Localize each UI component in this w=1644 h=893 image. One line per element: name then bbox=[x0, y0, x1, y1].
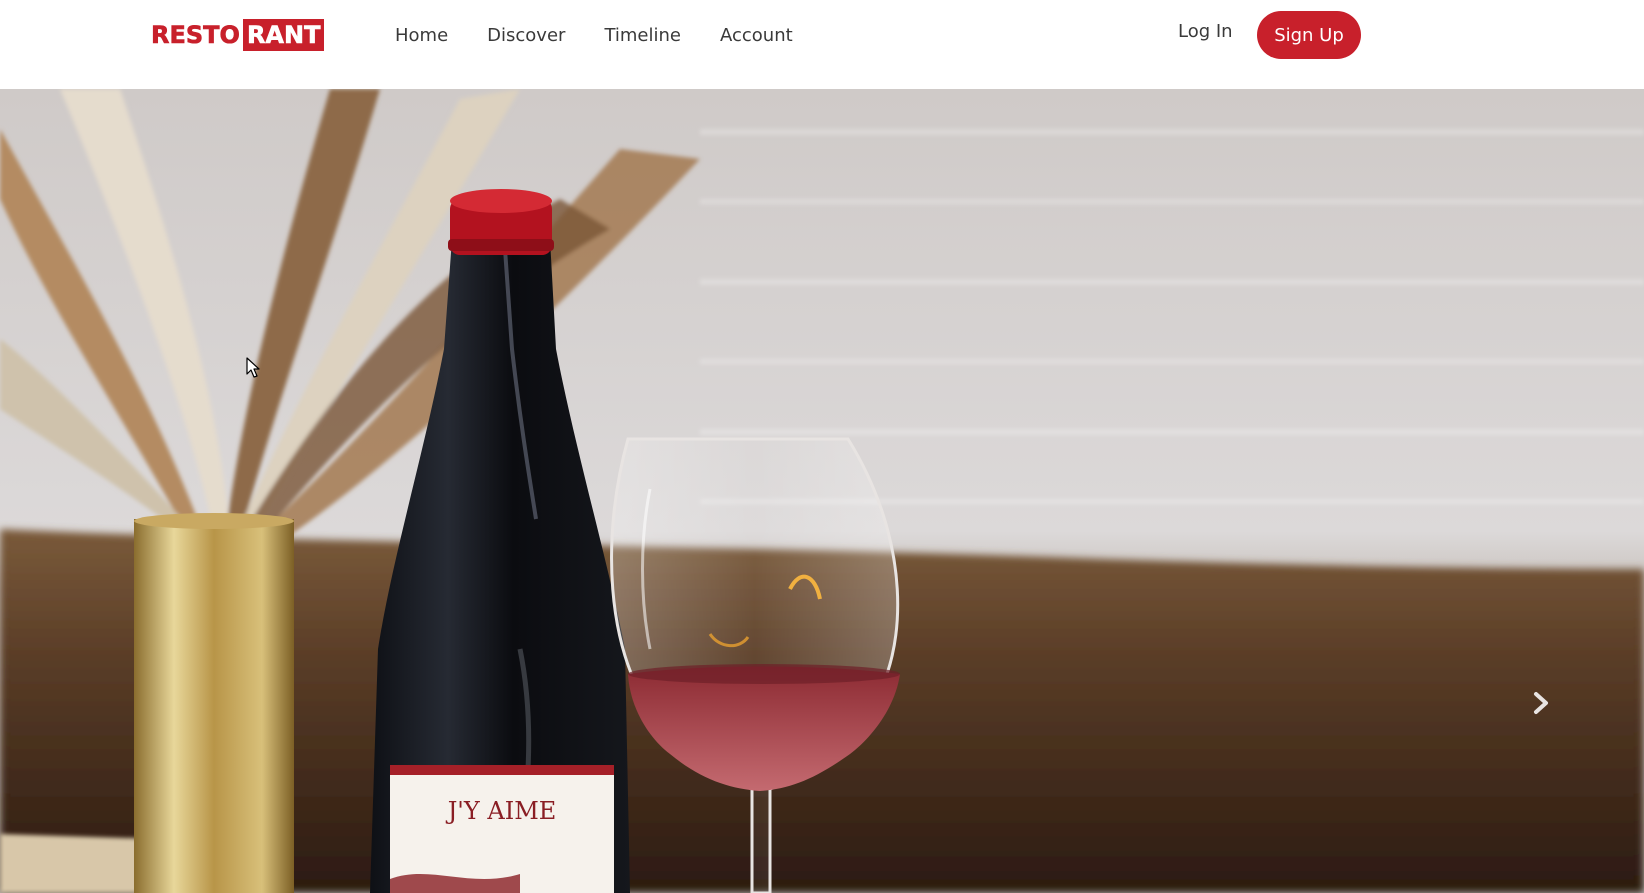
nav-link-timeline[interactable]: Timeline bbox=[604, 22, 681, 50]
nav-link-discover[interactable]: Discover bbox=[487, 22, 565, 50]
brand-logo[interactable]: RESTO RANT bbox=[151, 19, 325, 51]
chevron-right-icon bbox=[1534, 692, 1548, 714]
bottle-label-text: J'Y AIME bbox=[445, 797, 557, 825]
logo-text-rant: RANT bbox=[242, 19, 325, 51]
signup-button[interactable]: Sign Up bbox=[1257, 11, 1361, 59]
hero-image: J'Y AIME bbox=[0, 89, 1644, 893]
login-link[interactable]: Log In bbox=[1178, 18, 1233, 46]
logo-text-resto: RESTO bbox=[151, 21, 241, 50]
nav-link-account[interactable]: Account bbox=[720, 22, 793, 50]
top-navbar: RESTO RANT Home Discover Timeline Accoun… bbox=[0, 0, 1644, 89]
nav-link-home[interactable]: Home bbox=[395, 22, 448, 50]
main-nav: Home Discover Timeline Account bbox=[395, 22, 832, 50]
hero-carousel: J'Y AIME bbox=[0, 89, 1644, 893]
mouse-cursor-icon bbox=[246, 357, 260, 378]
carousel-next-button[interactable] bbox=[1525, 673, 1557, 733]
